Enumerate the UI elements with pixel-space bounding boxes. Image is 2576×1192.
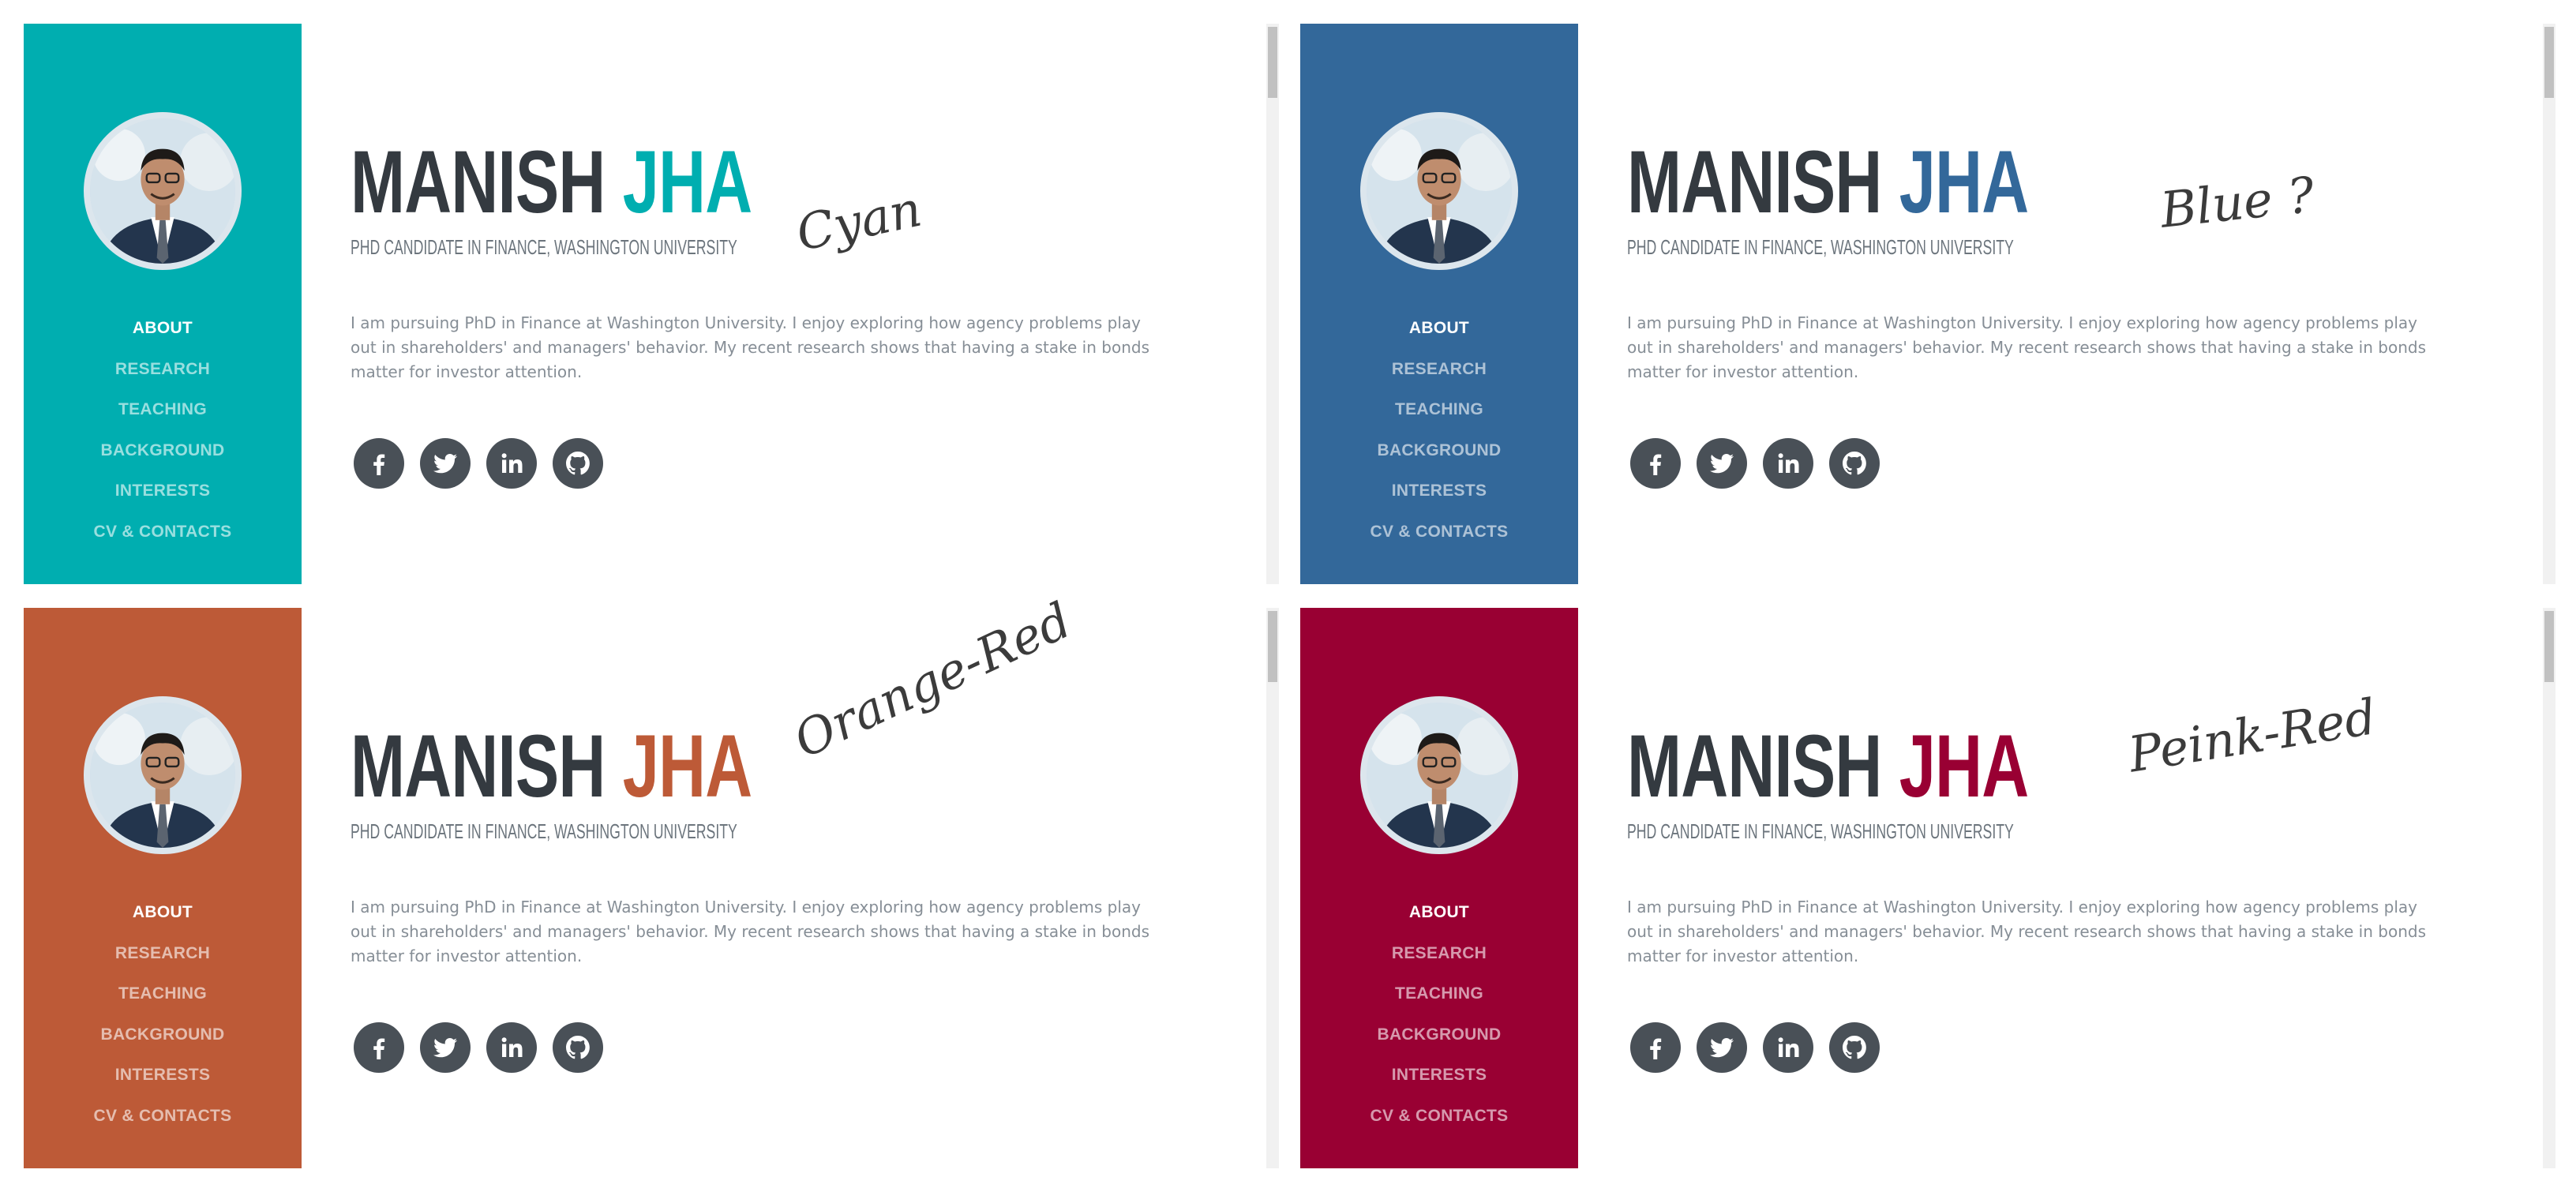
linkedin-icon[interactable] xyxy=(486,1022,537,1073)
nav-background[interactable]: BACKGROUND xyxy=(24,430,302,471)
nav-background[interactable]: BACKGROUND xyxy=(24,1014,302,1055)
about-paragraph: I am pursuing PhD in Finance at Washingt… xyxy=(1627,898,2426,965)
scrollbar[interactable] xyxy=(2543,608,2555,1168)
social-links xyxy=(354,438,603,489)
site-preview-orange-red: ABOUT RESEARCH TEACHING BACKGROUND INTER… xyxy=(24,591,1279,1168)
about-section: MANISH JHA PHD CANDIDATE IN FINANCE, WAS… xyxy=(351,608,1258,1168)
subheading: PHD CANDIDATE IN FINANCE, WASHINGTON UNI… xyxy=(1627,819,2014,843)
sidebar: ABOUT RESEARCH TEACHING BACKGROUND INTER… xyxy=(1300,24,1578,584)
sidebar-nav: ABOUT RESEARCH TEACHING BACKGROUND INTER… xyxy=(24,308,302,552)
nav-cv-contacts[interactable]: CV & CONTACTS xyxy=(1300,512,1578,553)
facebook-icon[interactable] xyxy=(354,1022,404,1073)
subheading: PHD CANDIDATE IN FINANCE, WASHINGTON UNI… xyxy=(351,819,737,843)
github-icon[interactable] xyxy=(1829,1022,1880,1073)
nav-research[interactable]: RESEARCH xyxy=(24,933,302,974)
nav-cv-contacts[interactable]: CV & CONTACTS xyxy=(24,512,302,553)
twitter-icon[interactable] xyxy=(1697,438,1747,489)
linkedin-icon[interactable] xyxy=(1763,1022,1813,1073)
social-links xyxy=(1630,438,1880,489)
sidebar-nav: ABOUT RESEARCH TEACHING BACKGROUND INTER… xyxy=(24,892,302,1136)
nav-teaching[interactable]: TEACHING xyxy=(1300,389,1578,430)
twitter-icon[interactable] xyxy=(1697,1022,1747,1073)
twitter-icon[interactable] xyxy=(420,1022,471,1073)
github-icon[interactable] xyxy=(1829,438,1880,489)
sidebar: ABOUT RESEARCH TEACHING BACKGROUND INTER… xyxy=(24,24,302,584)
about-paragraph: I am pursuing PhD in Finance at Washingt… xyxy=(351,313,1149,381)
nav-about[interactable]: ABOUT xyxy=(24,308,302,349)
page-title: MANISH JHA xyxy=(1627,722,2029,811)
about-section: MANISH JHA PHD CANDIDATE IN FINANCE, WAS… xyxy=(1627,24,2535,584)
nav-interests[interactable]: INTERESTS xyxy=(24,470,302,512)
profile-photo xyxy=(84,696,242,854)
page-title: MANISH JHA xyxy=(351,722,752,811)
scrollbar-thumb[interactable] xyxy=(2544,27,2554,98)
scrollbar[interactable] xyxy=(2543,24,2555,584)
site-preview-blue: ABOUT RESEARCH TEACHING BACKGROUND INTER… xyxy=(1300,24,2555,584)
facebook-icon[interactable] xyxy=(354,438,404,489)
github-icon[interactable] xyxy=(553,438,603,489)
linkedin-icon[interactable] xyxy=(486,438,537,489)
site-preview-pink-red: ABOUT RESEARCH TEACHING BACKGROUND INTER… xyxy=(1300,608,2555,1168)
nav-interests[interactable]: INTERESTS xyxy=(1300,1055,1578,1096)
scrollbar[interactable] xyxy=(1266,24,1279,584)
nav-cv-contacts[interactable]: CV & CONTACTS xyxy=(1300,1096,1578,1137)
scrollbar-thumb[interactable] xyxy=(2544,611,2554,682)
site-preview-cyan: ABOUT RESEARCH TEACHING BACKGROUND INTER… xyxy=(24,24,1279,584)
github-icon[interactable] xyxy=(553,1022,603,1073)
nav-background[interactable]: BACKGROUND xyxy=(1300,1014,1578,1055)
nav-interests[interactable]: INTERESTS xyxy=(1300,470,1578,512)
nav-about[interactable]: ABOUT xyxy=(1300,308,1578,349)
about-section: MANISH JHA PHD CANDIDATE IN FINANCE, WAS… xyxy=(351,24,1258,584)
social-links xyxy=(1630,1022,1880,1073)
scrollbar-thumb[interactable] xyxy=(1268,27,1277,98)
page-title: MANISH JHA xyxy=(351,138,752,227)
name-first: MANISH xyxy=(351,133,606,231)
profile-photo xyxy=(1360,112,1518,270)
about-paragraph: I am pursuing PhD in Finance at Washingt… xyxy=(1627,313,2426,381)
about-section: MANISH JHA PHD CANDIDATE IN FINANCE, WAS… xyxy=(1627,608,2535,1168)
nav-research[interactable]: RESEARCH xyxy=(24,349,302,390)
name-last: JHA xyxy=(622,133,752,231)
sidebar-nav: ABOUT RESEARCH TEACHING BACKGROUND INTER… xyxy=(1300,892,1578,1136)
nav-interests[interactable]: INTERESTS xyxy=(24,1055,302,1096)
twitter-icon[interactable] xyxy=(420,438,471,489)
scrollbar[interactable] xyxy=(1266,608,1279,1168)
facebook-icon[interactable] xyxy=(1630,1022,1681,1073)
nav-teaching[interactable]: TEACHING xyxy=(1300,973,1578,1014)
name-first: MANISH xyxy=(351,717,606,815)
linkedin-icon[interactable] xyxy=(1763,438,1813,489)
scrollbar-thumb[interactable] xyxy=(1268,611,1277,682)
nav-research[interactable]: RESEARCH xyxy=(1300,349,1578,390)
nav-about[interactable]: ABOUT xyxy=(1300,892,1578,933)
profile-photo xyxy=(1360,696,1518,854)
nav-cv-contacts[interactable]: CV & CONTACTS xyxy=(24,1096,302,1137)
name-last: JHA xyxy=(622,717,752,815)
name-first: MANISH xyxy=(1627,133,1882,231)
name-last: JHA xyxy=(1899,717,2029,815)
nav-research[interactable]: RESEARCH xyxy=(1300,933,1578,974)
name-first: MANISH xyxy=(1627,717,1882,815)
sidebar: ABOUT RESEARCH TEACHING BACKGROUND INTER… xyxy=(1300,608,1578,1168)
about-paragraph: I am pursuing PhD in Finance at Washingt… xyxy=(351,898,1149,965)
facebook-icon[interactable] xyxy=(1630,438,1681,489)
nav-teaching[interactable]: TEACHING xyxy=(24,973,302,1014)
sidebar-nav: ABOUT RESEARCH TEACHING BACKGROUND INTER… xyxy=(1300,308,1578,552)
social-links xyxy=(354,1022,603,1073)
profile-photo xyxy=(84,112,242,270)
name-last: JHA xyxy=(1899,133,2029,231)
nav-teaching[interactable]: TEACHING xyxy=(24,389,302,430)
nav-about[interactable]: ABOUT xyxy=(24,892,302,933)
subheading: PHD CANDIDATE IN FINANCE, WASHINGTON UNI… xyxy=(1627,235,2014,259)
nav-background[interactable]: BACKGROUND xyxy=(1300,430,1578,471)
sidebar: ABOUT RESEARCH TEACHING BACKGROUND INTER… xyxy=(24,608,302,1168)
subheading: PHD CANDIDATE IN FINANCE, WASHINGTON UNI… xyxy=(351,235,737,259)
page-title: MANISH JHA xyxy=(1627,138,2029,227)
